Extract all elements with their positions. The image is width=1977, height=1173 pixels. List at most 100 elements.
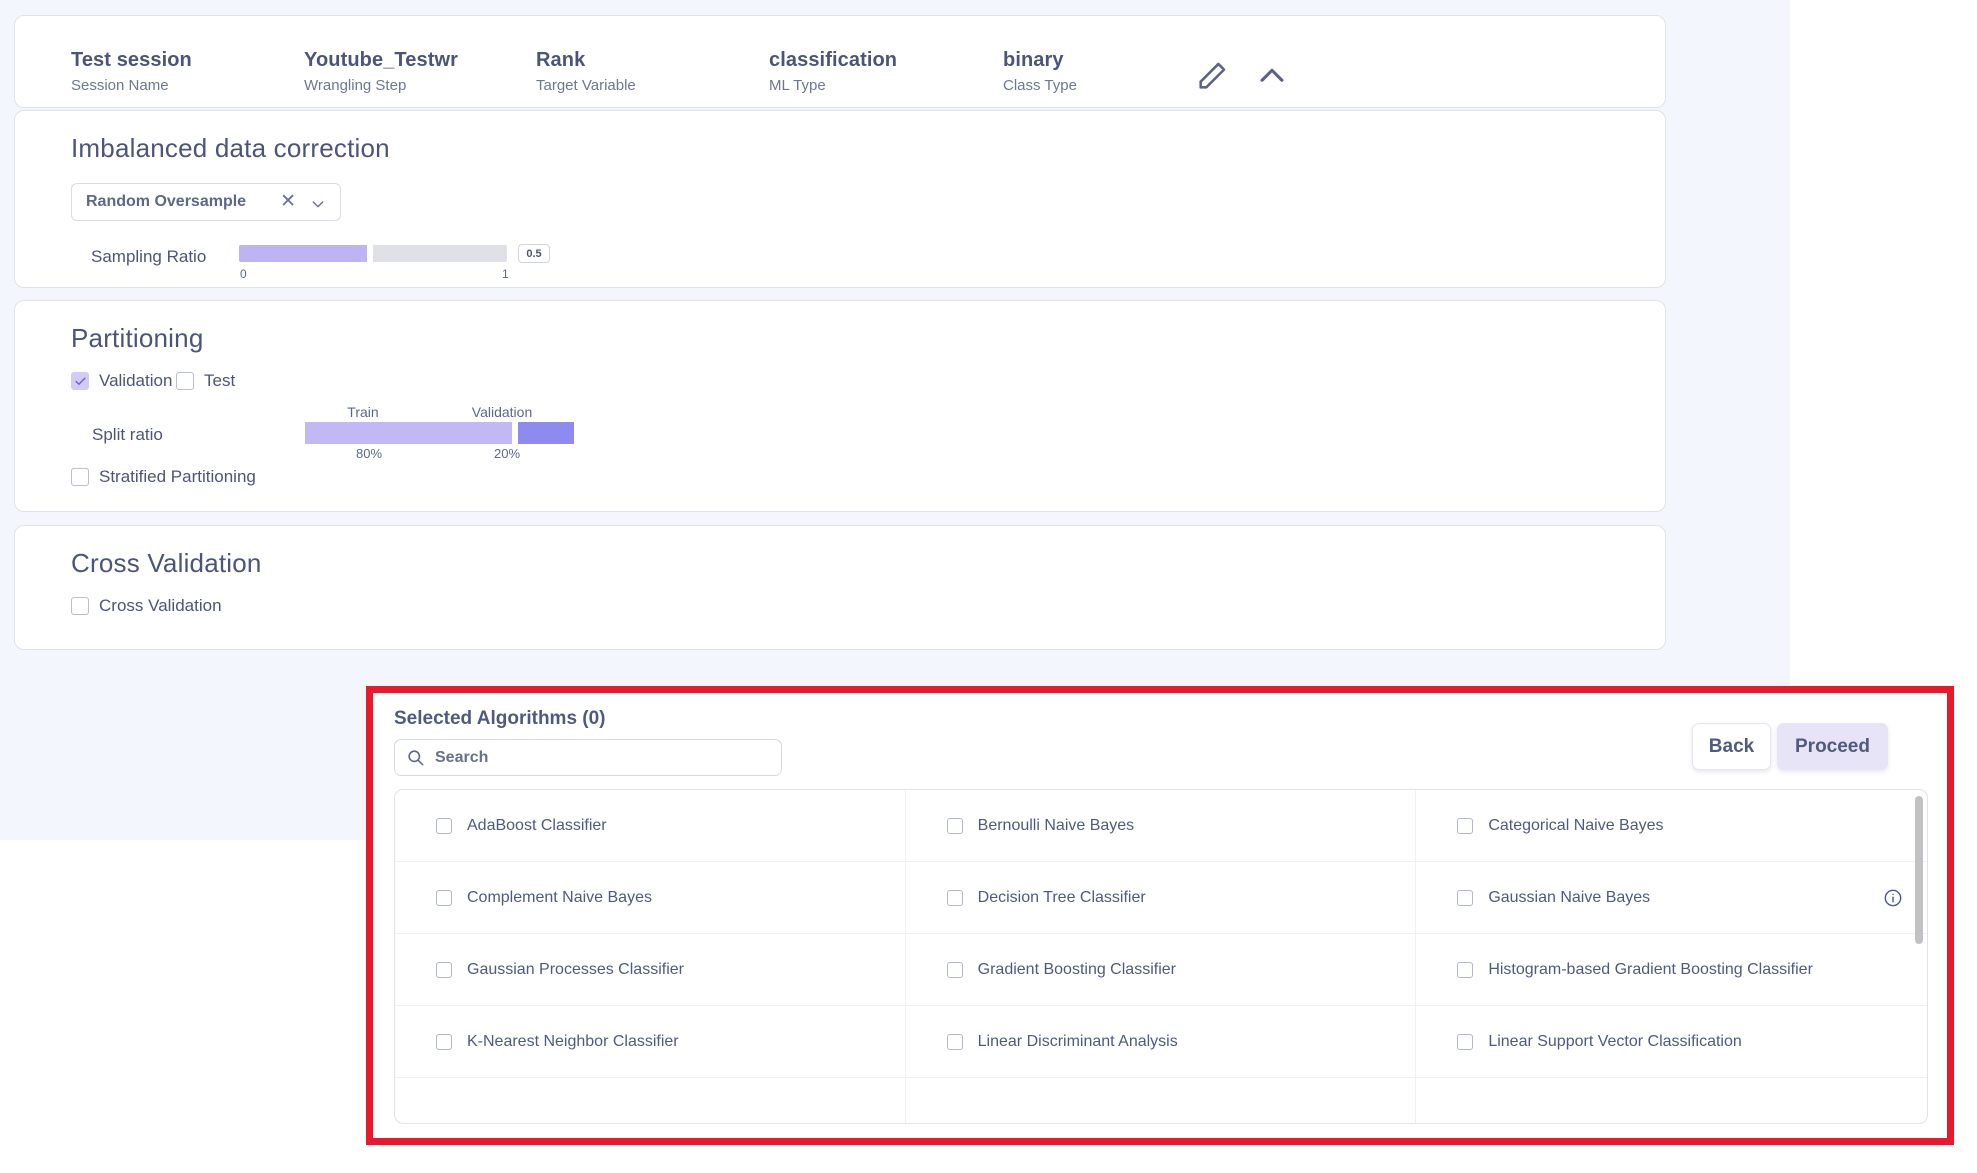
validation-checkbox-label: Validation (99, 371, 173, 390)
sampling-ratio-value[interactable]: 0.5 (518, 244, 550, 263)
partitioning-card: Partitioning Validation Test Split ratio… (14, 300, 1666, 512)
table-row: Gaussian Processes Classifier Gradient B… (395, 934, 1927, 1006)
split-ratio-label: Split ratio (92, 425, 163, 444)
algorithm-option[interactable]: Bernoulli Naive Bayes (906, 790, 1417, 861)
split-validation-percent: 20% (493, 446, 521, 461)
sampling-ratio-min-tick: 0 (240, 267, 247, 281)
algorithm-checkbox[interactable] (436, 961, 452, 978)
algorithm-option[interactable]: Categorical Naive Bayes (1416, 790, 1927, 861)
algorithm-checkbox[interactable] (946, 1033, 963, 1050)
sampling-ratio-max-tick: 1 (502, 267, 509, 281)
summary-column-ml-type: classification ML Type (769, 49, 897, 94)
summary-label: Wrangling Step (304, 77, 407, 94)
summary-value: Rank (536, 49, 586, 71)
summary-value: classification (769, 49, 898, 71)
algorithm-label: Gaussian Naive Bayes (1488, 888, 1651, 906)
table-row: Complement Naive Bayes Decision Tree Cla… (395, 862, 1927, 934)
sampling-ratio-label: Sampling Ratio (91, 247, 207, 266)
algorithm-checkbox[interactable] (1457, 889, 1474, 906)
algorithm-label: Linear Discriminant Analysis (977, 1032, 1178, 1050)
algorithm-selection-panel: Selected Algorithms (0) Back Proceed Ada… (373, 693, 1947, 1138)
summary-label: Class Type (1003, 77, 1077, 94)
algorithm-label: K-Nearest Neighbor Classifier (467, 1032, 679, 1050)
imbalanced-method-value: Random Oversample (86, 193, 247, 210)
algorithm-option[interactable]: AdaBoost Classifier (395, 790, 906, 861)
imbalanced-section-title: Imbalanced data correction (71, 133, 390, 163)
algorithm-checkbox[interactable] (1457, 817, 1474, 834)
algorithm-option[interactable]: Gaussian Processes Classifier (395, 934, 906, 1005)
test-checkbox[interactable] (176, 372, 194, 390)
test-checkbox-row[interactable]: Test (176, 371, 235, 391)
info-icon[interactable] (1883, 888, 1903, 908)
proceed-button[interactable]: Proceed (1777, 723, 1888, 770)
split-ratio-validation-segment (514, 422, 574, 444)
cross-validation-card: Cross Validation Cross Validation (14, 525, 1666, 650)
summary-column-target-variable: Rank Target Variable (536, 49, 636, 94)
algorithm-option[interactable]: Complement Naive Bayes (395, 862, 906, 933)
algorithm-label: Decision Tree Classifier (977, 888, 1146, 906)
validation-checkbox[interactable] (71, 372, 89, 390)
back-button[interactable]: Back (1692, 723, 1771, 770)
algorithm-selection-highlight: Selected Algorithms (0) Back Proceed Ada… (366, 686, 1954, 1145)
search-input[interactable] (435, 748, 735, 767)
sampling-ratio-slider-fill (239, 245, 371, 262)
cross-validation-checkbox-row[interactable]: Cross Validation (71, 596, 222, 616)
algorithm-option-partial (1416, 1078, 1927, 1123)
algorithm-checkbox[interactable] (436, 1033, 452, 1050)
imbalanced-data-correction-card: Imbalanced data correction Random Oversa… (14, 110, 1666, 288)
split-ratio-slider-handle[interactable] (511, 422, 518, 444)
close-icon[interactable]: ✕ (280, 192, 296, 212)
algorithm-option[interactable]: K-Nearest Neighbor Classifier (395, 1006, 906, 1077)
algorithm-checkbox[interactable] (436, 889, 452, 906)
algorithm-option[interactable]: Histogram-based Gradient Boosting Classi… (1416, 934, 1927, 1005)
algorithm-checkbox[interactable] (946, 961, 963, 978)
algorithm-label: Linear Support Vector Classification (1488, 1032, 1742, 1050)
summary-column-wrangling-step: Youtube_Testwr Wrangling Step (304, 49, 458, 94)
stratified-partitioning-row[interactable]: Stratified Partitioning (71, 467, 256, 487)
algorithm-checkbox[interactable] (1457, 961, 1474, 978)
split-train-percent: 80% (355, 446, 383, 461)
sampling-ratio-slider-handle[interactable] (367, 245, 374, 262)
algorithm-checkbox[interactable] (946, 889, 963, 906)
algorithm-list: AdaBoost Classifier Bernoulli Naive Baye… (394, 789, 1928, 1124)
algorithm-label: Gradient Boosting Classifier (977, 960, 1176, 978)
split-ratio-slider[interactable] (305, 422, 574, 444)
split-validation-header: Validation (471, 404, 533, 420)
cross-validation-section-title: Cross Validation (71, 548, 262, 578)
algorithm-search-box[interactable] (394, 739, 782, 776)
chevron-down-icon[interactable] (310, 196, 326, 212)
split-train-header: Train (347, 404, 379, 420)
summary-value: Youtube_Testwr (304, 49, 459, 71)
algorithm-option[interactable]: Gradient Boosting Classifier (906, 934, 1417, 1005)
table-row-partial (395, 1078, 1927, 1123)
cross-validation-checkbox-label: Cross Validation (99, 596, 222, 615)
summary-label: Session Name (71, 77, 169, 94)
algorithm-list-scrollbar-thumb[interactable] (1915, 796, 1923, 944)
split-ratio-train-segment (305, 422, 515, 444)
algorithm-option[interactable]: Linear Support Vector Classification (1416, 1006, 1927, 1077)
partitioning-section-title: Partitioning (71, 323, 204, 353)
chevron-up-icon[interactable] (1255, 59, 1289, 93)
algorithm-checkbox[interactable] (1457, 1033, 1474, 1050)
cross-validation-checkbox[interactable] (71, 597, 89, 615)
algorithm-label: Histogram-based Gradient Boosting Classi… (1488, 960, 1813, 978)
algorithm-option[interactable]: Decision Tree Classifier (906, 862, 1417, 933)
algorithm-option[interactable]: Gaussian Naive Bayes (1416, 862, 1927, 933)
stratified-partitioning-label: Stratified Partitioning (99, 467, 256, 486)
algorithm-checkbox[interactable] (436, 817, 452, 834)
algorithm-option-partial (906, 1078, 1417, 1123)
table-row: AdaBoost Classifier Bernoulli Naive Baye… (395, 790, 1927, 862)
pencil-icon[interactable] (1195, 59, 1229, 93)
algorithm-label: AdaBoost Classifier (467, 816, 607, 834)
stratified-partitioning-checkbox[interactable] (71, 468, 89, 486)
summary-label: Target Variable (536, 77, 636, 94)
algorithm-option[interactable]: Linear Discriminant Analysis (906, 1006, 1417, 1077)
sampling-ratio-slider[interactable] (239, 245, 507, 262)
imbalanced-method-select[interactable]: Random Oversample ✕ (71, 183, 341, 221)
summary-value: Test session (71, 49, 192, 71)
summary-column-class-type: binary Class Type (1003, 49, 1077, 94)
validation-checkbox-row[interactable]: Validation (71, 371, 172, 391)
search-icon (406, 748, 425, 767)
algorithm-label: Categorical Naive Bayes (1488, 816, 1664, 834)
algorithm-checkbox[interactable] (946, 817, 963, 834)
